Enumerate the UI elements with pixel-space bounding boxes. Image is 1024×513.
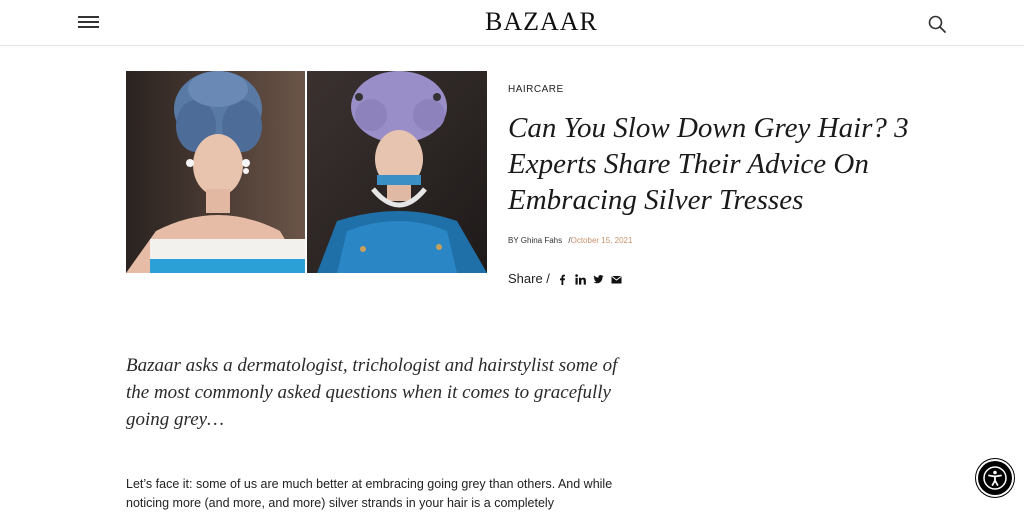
linkedin-icon[interactable]: [575, 273, 586, 285]
byline: BY Ghina Fahs /October 15, 2021: [508, 236, 632, 245]
accessibility-icon[interactable]: [978, 461, 1012, 495]
byline-prefix: BY: [508, 236, 519, 245]
share-bar: Share /: [508, 271, 622, 286]
model-blue-wig-photo: [126, 71, 305, 273]
article-body-paragraph: Let’s face it: some of us are much bette…: [126, 477, 613, 510]
hamburger-menu-icon[interactable]: [78, 14, 100, 30]
site-logo[interactable]: BAZAAR: [485, 9, 598, 35]
facebook-icon[interactable]: [557, 273, 568, 285]
model-lilac-wig-photo: [307, 71, 487, 273]
article-title: Can You Slow Down Grey Hair? 3 Experts S…: [508, 112, 909, 216]
hero-image: [126, 71, 487, 273]
site-header: BAZAAR: [0, 0, 1024, 46]
share-label: Share /: [508, 271, 550, 286]
article-category[interactable]: HAIRCARE: [508, 84, 564, 95]
twitter-icon[interactable]: [593, 273, 604, 284]
author-link[interactable]: Ghina Fahs: [521, 236, 562, 245]
search-icon[interactable]: [927, 14, 947, 34]
publish-date: October 15, 2021: [570, 236, 633, 245]
email-icon[interactable]: [611, 273, 622, 284]
article-dek: Bazaar asks a dermatologist, trichologis…: [126, 355, 618, 430]
